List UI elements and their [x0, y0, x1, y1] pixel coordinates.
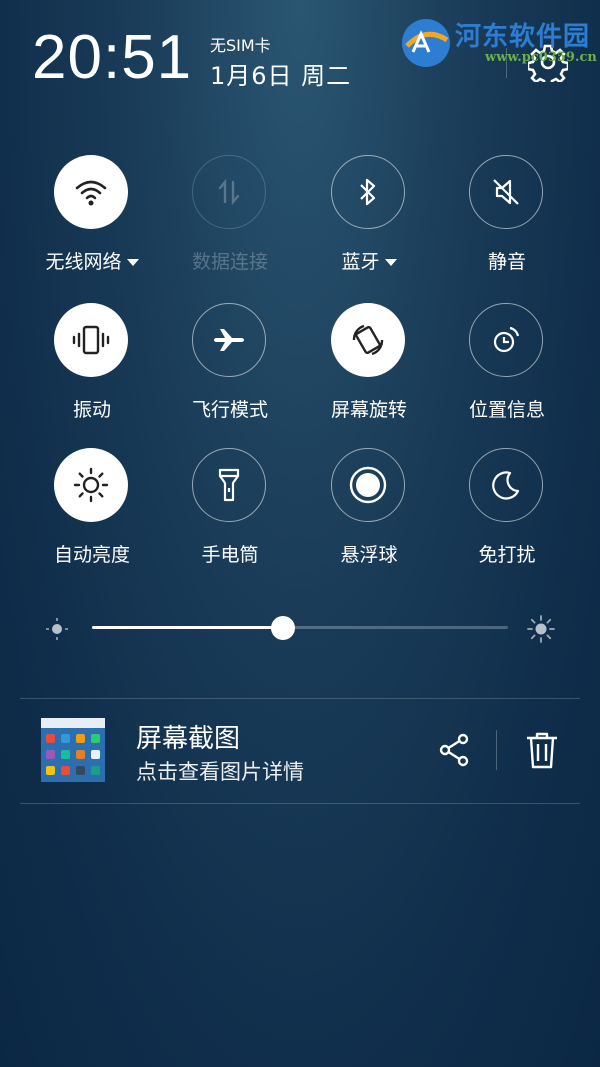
- chevron-down-icon[interactable]: [126, 259, 139, 266]
- brightness-fill: [92, 626, 284, 629]
- location-icon: [469, 303, 543, 377]
- wifi-icon: [54, 155, 128, 229]
- airplane-icon: [192, 303, 266, 377]
- toggle-label: 自动亮度: [53, 544, 130, 566]
- rotate-icon: [331, 303, 405, 377]
- notification-action-divider: [496, 730, 497, 770]
- date: 1月6日 周二: [210, 62, 352, 90]
- brightness-track[interactable]: [92, 616, 508, 640]
- watermark-logo-icon: [402, 19, 450, 67]
- toggle-airplane[interactable]: 飞行模式: [161, 303, 299, 443]
- toggle-label: 位置信息: [468, 399, 545, 421]
- toggle-do-not-disturb[interactable]: 免打扰: [438, 448, 576, 588]
- thumbnail-search-bar: [41, 718, 105, 728]
- sim-status: 无SIM卡: [210, 36, 271, 55]
- toggle-vibrate[interactable]: 振动: [23, 303, 161, 443]
- toggle-auto-brightness[interactable]: 自动亮度: [23, 448, 161, 588]
- toggle-label: 静音: [487, 251, 526, 273]
- notification-divider-top: [20, 698, 580, 699]
- toggle-mobile-data: 数据连接: [161, 155, 299, 295]
- toggle-bluetooth[interactable]: 蓝牙: [300, 155, 438, 295]
- screenshot-thumbnail: [41, 718, 105, 782]
- toggle-label: 免打扰: [478, 544, 536, 566]
- flashlight-icon: [192, 448, 266, 522]
- brightness-high-icon: [527, 615, 555, 643]
- vibrate-icon: [54, 303, 128, 377]
- watermark-url: www.pc0359.cn: [485, 50, 597, 65]
- floating-ball-icon: [331, 448, 405, 522]
- toggle-label: 数据连接: [191, 251, 268, 273]
- toggle-label: 悬浮球: [340, 544, 398, 566]
- trash-icon[interactable]: [524, 730, 560, 770]
- toggle-location[interactable]: 位置信息: [438, 303, 576, 443]
- toggle-rotate[interactable]: 屏幕旋转: [300, 303, 438, 443]
- toggle-label: 手电筒: [201, 544, 259, 566]
- brightness-slider[interactable]: [40, 610, 560, 646]
- brightness-low-icon: [46, 618, 68, 640]
- bluetooth-icon: [331, 155, 405, 229]
- watermark-title: 河东软件园: [455, 22, 591, 52]
- toggle-label: 蓝牙: [341, 251, 380, 273]
- brightness-thumb[interactable]: [271, 616, 296, 640]
- toggle-wifi[interactable]: 无线网络: [23, 155, 161, 295]
- moon-icon: [469, 448, 543, 522]
- toggle-label: 飞行模式: [191, 399, 268, 421]
- toggle-label: 振动: [72, 399, 111, 421]
- brightness-icon: [54, 448, 128, 522]
- toggle-mute[interactable]: 静音: [438, 155, 576, 295]
- mute-icon: [469, 155, 543, 229]
- chevron-down-icon[interactable]: [384, 259, 397, 266]
- toggle-label: 屏幕旋转: [330, 399, 407, 421]
- share-icon[interactable]: [436, 732, 472, 768]
- notification-subtitle: 点击查看图片详情: [136, 760, 304, 784]
- watermark: 河东软件园 www.pc0359.cn: [395, 8, 600, 68]
- toggle-floating-ball[interactable]: 悬浮球: [300, 448, 438, 588]
- notification-divider-bottom: [20, 803, 580, 804]
- notification-title: 屏幕截图: [136, 724, 241, 754]
- screenshot-notification[interactable]: 屏幕截图 点击查看图片详情: [20, 700, 580, 804]
- toggle-flashlight[interactable]: 手电筒: [161, 448, 299, 588]
- data-arrows-icon: [192, 155, 266, 229]
- clock: 20:51: [32, 23, 193, 92]
- toggle-label: 无线网络: [45, 251, 122, 273]
